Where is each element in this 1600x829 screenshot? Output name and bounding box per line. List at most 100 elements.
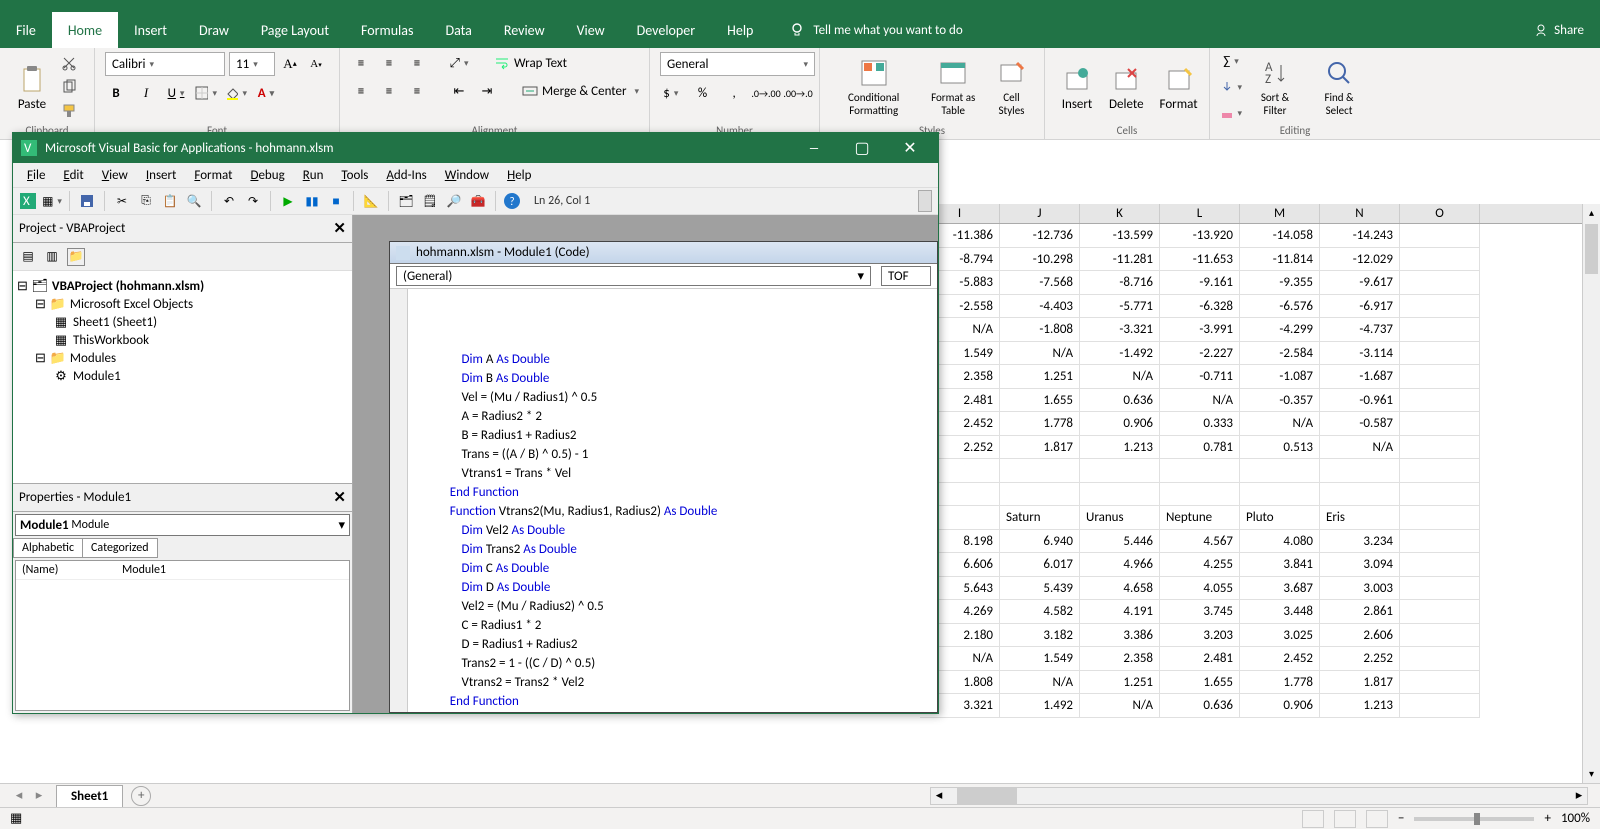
cell[interactable]: Uranus — [1080, 506, 1160, 530]
view-layout-button[interactable] — [1334, 810, 1356, 828]
object-combo[interactable]: (General)▾ — [396, 266, 871, 286]
add-sheet-button[interactable]: + — [131, 786, 151, 806]
cell[interactable] — [1400, 318, 1480, 342]
tell-me[interactable]: Tell me what you want to do — [789, 22, 962, 38]
cell[interactable]: 1.213 — [1080, 436, 1160, 460]
view-code-button[interactable]: ▤ — [19, 248, 37, 266]
cell[interactable]: -1.492 — [1080, 342, 1160, 366]
cell[interactable] — [1400, 389, 1480, 413]
cell[interactable]: 6.017 — [1000, 553, 1080, 577]
format-button[interactable]: Format — [1154, 61, 1204, 114]
cond-fmt-button[interactable]: Conditional Formatting — [830, 55, 917, 119]
undo-button[interactable]: ↶ — [220, 192, 238, 210]
zoom-in-button[interactable]: + — [1544, 811, 1550, 826]
align-bot-button[interactable]: ≡ — [406, 52, 428, 74]
vba-titlebar[interactable]: V Microsoft Visual Basic for Application… — [13, 133, 938, 163]
delete-button[interactable]: Delete — [1103, 61, 1150, 114]
cell[interactable]: -9.355 — [1240, 271, 1320, 295]
cell[interactable]: -6.576 — [1240, 295, 1320, 319]
sheet-nav-next[interactable]: ▸ — [30, 788, 48, 803]
column-header-M[interactable]: M — [1240, 204, 1320, 223]
ribbon-tab-formulas[interactable]: Formulas — [345, 12, 429, 48]
paste-button[interactable]: 📋 — [161, 192, 179, 210]
cell[interactable]: 6.940 — [1000, 530, 1080, 554]
tree-modules[interactable]: Modules — [70, 351, 116, 366]
vba-menu-edit[interactable]: Edit — [55, 168, 91, 183]
cell[interactable]: 3.234 — [1320, 530, 1400, 554]
cell[interactable]: Neptune — [1160, 506, 1240, 530]
cell[interactable]: N/A — [1080, 365, 1160, 389]
project-tree[interactable]: ⊟🗂VBAProject (hohmann.xlsm) ⊟📁Microsoft … — [13, 271, 352, 483]
cell[interactable] — [1400, 647, 1480, 671]
fill-button[interactable]: ▾ — [1220, 76, 1242, 98]
toggle-folders-button[interactable]: 📁 — [67, 248, 85, 266]
clear-button[interactable]: ▾ — [1220, 102, 1242, 124]
break-button[interactable]: ▮▮ — [303, 192, 321, 210]
tree-module1[interactable]: Module1 — [73, 369, 121, 384]
cell[interactable]: -6.917 — [1320, 295, 1400, 319]
cell[interactable] — [1320, 459, 1400, 483]
vba-menu-debug[interactable]: Debug — [242, 168, 292, 183]
cell[interactable] — [1400, 506, 1480, 530]
merge-center-button[interactable]: Merge & Center▾ — [522, 83, 639, 99]
insert-button[interactable]: Insert — [1055, 61, 1099, 114]
save-button[interactable] — [78, 192, 96, 210]
cell[interactable]: 1.817 — [1320, 671, 1400, 695]
cell[interactable]: 0.781 — [1160, 436, 1240, 460]
cell[interactable]: 1.655 — [1000, 389, 1080, 413]
ribbon-tab-file[interactable]: File — [0, 12, 52, 48]
cell[interactable]: N/A — [1000, 342, 1080, 366]
cell[interactable]: -8.716 — [1080, 271, 1160, 295]
cell[interactable]: 0.636 — [1080, 389, 1160, 413]
minimize-button[interactable]: ─ — [794, 133, 834, 163]
cell[interactable] — [1400, 530, 1480, 554]
cell[interactable]: 0.906 — [1240, 694, 1320, 718]
column-header-K[interactable]: K — [1080, 204, 1160, 223]
cell[interactable]: 3.003 — [1320, 577, 1400, 601]
align-left-button[interactable]: ≡ — [350, 80, 372, 102]
cell[interactable]: 2.252 — [1320, 647, 1400, 671]
cell[interactable]: 1.251 — [1080, 671, 1160, 695]
align-right-button[interactable]: ≡ — [406, 80, 428, 102]
italic-button[interactable]: I — [135, 82, 157, 104]
font-color-button[interactable]: A▾ — [255, 82, 277, 104]
close-button[interactable]: ✕ — [890, 133, 930, 163]
maximize-button[interactable]: ▢ — [842, 133, 882, 163]
find-button[interactable]: 🔍 — [185, 192, 203, 210]
cell[interactable]: 2.606 — [1320, 624, 1400, 648]
cell[interactable] — [1400, 483, 1480, 507]
cell[interactable]: -11.281 — [1080, 248, 1160, 272]
cell[interactable] — [1400, 553, 1480, 577]
cell[interactable]: 3.687 — [1240, 577, 1320, 601]
properties-button[interactable]: 🗒 — [421, 192, 439, 210]
insert-module-button[interactable]: ▦▾ — [43, 192, 61, 210]
number-format-combo[interactable]: General▾ — [660, 52, 815, 76]
cell[interactable]: -1.087 — [1240, 365, 1320, 389]
vba-menu-window[interactable]: Window — [437, 168, 497, 183]
align-top-button[interactable]: ≡ — [350, 52, 372, 74]
cell[interactable]: 1.778 — [1000, 412, 1080, 436]
cell[interactable]: 1.817 — [1000, 436, 1080, 460]
cell[interactable] — [1320, 483, 1400, 507]
cell[interactable]: -5.771 — [1080, 295, 1160, 319]
orientation-button[interactable]: ⤢▾ — [448, 52, 470, 74]
column-header-O[interactable]: O — [1400, 204, 1480, 223]
tree-excel-objects[interactable]: Microsoft Excel Objects — [70, 297, 193, 312]
cell[interactable]: -13.599 — [1080, 224, 1160, 248]
cell[interactable]: 4.255 — [1160, 553, 1240, 577]
percent-button[interactable]: % — [692, 82, 714, 104]
share-button[interactable]: Share — [1534, 23, 1584, 38]
cell[interactable]: 1.549 — [1000, 647, 1080, 671]
cell[interactable]: -9.617 — [1320, 271, 1400, 295]
ribbon-tab-insert[interactable]: Insert — [118, 12, 183, 48]
vba-menu-format[interactable]: Format — [186, 168, 240, 183]
tree-root[interactable]: VBAProject (hohmann.xlsm) — [52, 279, 204, 294]
vba-menu-run[interactable]: Run — [295, 168, 332, 183]
cell[interactable]: N/A — [1160, 389, 1240, 413]
cell[interactable]: -11.814 — [1240, 248, 1320, 272]
sheet-tab-sheet1[interactable]: Sheet1 — [56, 785, 123, 807]
cell[interactable] — [1400, 600, 1480, 624]
cell[interactable]: 4.191 — [1080, 600, 1160, 624]
cell[interactable] — [1160, 459, 1240, 483]
vba-menu-view[interactable]: View — [94, 168, 136, 183]
